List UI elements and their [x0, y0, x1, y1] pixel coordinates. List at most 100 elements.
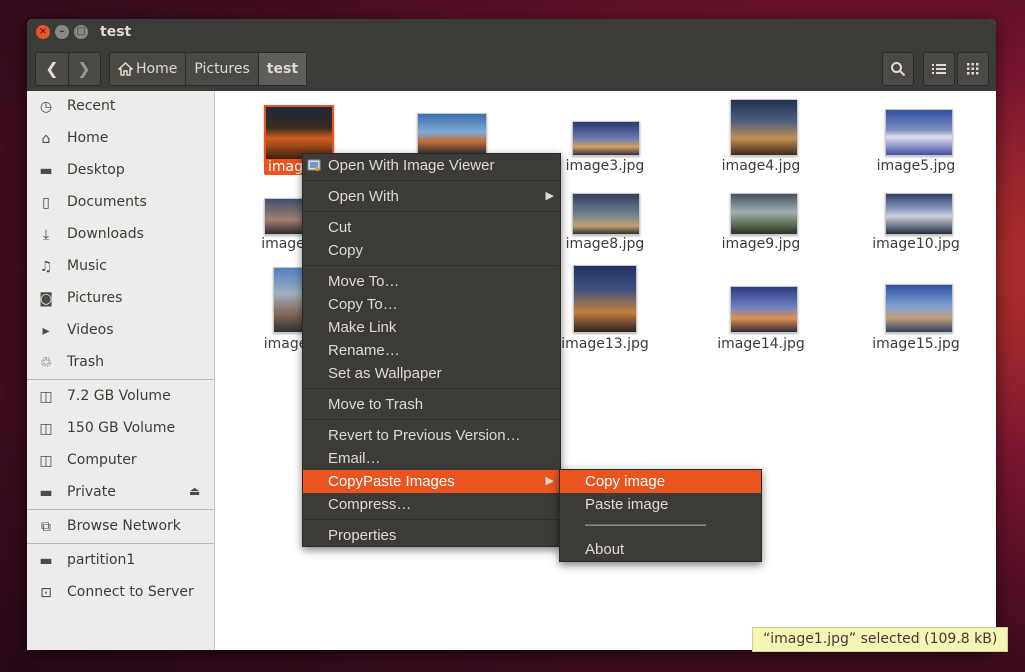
breadcrumb-pictures[interactable]: Pictures [186, 53, 259, 85]
menu-item-move-to-trash[interactable]: Move to Trash [303, 393, 560, 416]
window-title: test [100, 24, 132, 40]
menu-item-paste-image[interactable]: Paste image [560, 493, 761, 516]
menu-item-copypaste-images[interactable]: CopyPaste Images ▶ [303, 470, 560, 493]
sidebar-item-connect-server[interactable]: ⊡ Connect to Server [27, 580, 214, 606]
sidebar-item-home[interactable]: ⌂ Home [27, 126, 214, 152]
sidebar-item-label: Home [67, 130, 109, 146]
file-item-image14[interactable]: image14.jpg [701, 286, 821, 356]
music-icon: ♫ [39, 259, 53, 275]
home-icon: ⌂ [41, 131, 51, 147]
menu-item-copy[interactable]: Copy [303, 239, 560, 262]
document-icon: ▯ [42, 195, 50, 211]
trash-icon: ♲ [39, 355, 53, 371]
file-item-image5[interactable]: image5.jpg [856, 109, 976, 179]
menu-item-rename[interactable]: Rename… [303, 339, 560, 362]
image-thumbnail [730, 193, 798, 235]
sidebar-item-volume-150gb[interactable]: ◫ 150 GB Volume [27, 416, 214, 442]
image-thumbnail [885, 193, 953, 235]
eject-icon[interactable]: ⏏ [189, 484, 200, 498]
menu-item-label: Open With Image Viewer [328, 157, 495, 174]
sidebar-item-volume-7gb[interactable]: ◫ 7.2 GB Volume [27, 384, 214, 410]
menu-item-label: CopyPaste Images [328, 473, 455, 490]
menu-item-label: Revert to Previous Version… [328, 427, 521, 444]
menu-item-label: Copy image [585, 473, 666, 490]
menu-item-label: Move To… [328, 273, 400, 290]
minimize-button[interactable]: – [55, 25, 69, 39]
maximize-button[interactable]: □ [74, 25, 88, 39]
drive-icon: ▬ [39, 485, 53, 501]
close-button[interactable]: × [36, 25, 50, 39]
sidebar-item-label: 150 GB Volume [67, 420, 176, 436]
menu-item-move-to[interactable]: Move To… [303, 270, 560, 293]
sidebar-item-desktop[interactable]: ▬ Desktop [27, 158, 214, 184]
file-item-image9[interactable]: image9.jpg [701, 193, 821, 263]
sidebar-item-label: Desktop [67, 162, 125, 178]
sidebar-item-label: Music [67, 258, 107, 274]
image-thumbnail [264, 198, 306, 235]
image-thumbnail [573, 265, 637, 333]
clock-icon: ◷ [39, 99, 53, 115]
file-item-image3[interactable]: image3.jpg [545, 121, 665, 181]
sidebar-item-computer[interactable]: ◫ Computer [27, 448, 214, 474]
menu-item-about[interactable]: About [560, 538, 761, 561]
menu-item-label: Email… [328, 450, 381, 467]
file-item-image15[interactable]: image15.jpg [856, 284, 976, 354]
menu-item-open-with[interactable]: Open With ▶ [303, 185, 560, 208]
sidebar-item-videos[interactable]: ▸ Videos [27, 318, 214, 344]
video-icon: ▸ [42, 323, 50, 339]
menu-item-label: Properties [328, 527, 397, 544]
sidebar-item-browse-network[interactable]: ⧉ Browse Network [27, 514, 214, 540]
sidebar-item-downloads[interactable]: ⤓ Downloads [27, 222, 214, 248]
sidebar-item-partition1[interactable]: ▬ partition1 [27, 548, 214, 574]
menu-item-email[interactable]: Email… [303, 447, 560, 470]
file-item-image4[interactable]: image4.jpg [701, 99, 821, 179]
titlebar[interactable]: × – □ test [27, 19, 996, 47]
sidebar-separator [27, 509, 214, 510]
menu-item-compress[interactable]: Compress… [303, 493, 560, 516]
menu-item-make-link[interactable]: Make Link [303, 316, 560, 339]
menu-item-revert-version[interactable]: Revert to Previous Version… [303, 424, 560, 447]
status-bar: “image1.jpg” selected (109.8 kB) [752, 627, 1009, 652]
file-item-image10[interactable]: image10.jpg [856, 193, 976, 263]
home-icon [118, 62, 133, 76]
menu-item-open-image-viewer[interactable]: Open With Image Viewer [303, 154, 560, 177]
image-thumbnail [273, 267, 305, 333]
menu-item-cut[interactable]: Cut [303, 216, 560, 239]
toolbar: ❮ ❯ Home Pictures test [27, 47, 996, 92]
menu-item-copy-to[interactable]: Copy To… [303, 293, 560, 316]
image-thumbnail [885, 284, 953, 333]
sidebar-separator [27, 543, 214, 544]
file-item-image8[interactable]: image8.jpg [545, 193, 665, 263]
file-name: image3.jpg [565, 158, 645, 174]
menu-item-label: Set as Wallpaper [328, 365, 442, 382]
breadcrumb-home[interactable]: Home [110, 53, 187, 85]
list-view-button[interactable] [923, 52, 955, 86]
sidebar-item-pictures[interactable]: ◙ Pictures [27, 286, 214, 312]
file-item-image13[interactable]: image13.jpg [545, 265, 665, 355]
menu-item-properties[interactable]: Properties [303, 524, 560, 547]
context-menu: Open With Image Viewer Open With ▶ Cut C… [302, 153, 561, 547]
nav-buttons: ❮ ❯ [35, 52, 101, 86]
grid-view-icon [967, 63, 979, 75]
sidebar-item-recent[interactable]: ◷ Recent [27, 94, 214, 120]
sidebar-item-music[interactable]: ♫ Music [27, 254, 214, 280]
menu-item-label: Paste image [585, 496, 669, 513]
breadcrumb-test[interactable]: test [258, 53, 307, 85]
list-view-icon [932, 64, 946, 74]
grid-view-button[interactable] [957, 52, 989, 86]
file-name: image9.jpg [721, 236, 801, 252]
camera-icon: ◙ [39, 291, 53, 307]
search-button[interactable] [882, 52, 914, 86]
sidebar-item-documents[interactable]: ▯ Documents [27, 190, 214, 216]
menu-item-set-wallpaper[interactable]: Set as Wallpaper [303, 362, 560, 385]
drive-icon: ◫ [39, 389, 53, 405]
back-button[interactable]: ❮ [36, 53, 69, 85]
sidebar-item-trash[interactable]: ♲ Trash [27, 350, 214, 376]
drive-icon: ◫ [39, 453, 53, 469]
menu-separator [304, 180, 559, 181]
sidebar-item-private[interactable]: ▬ Private ⏏ [27, 480, 214, 506]
forward-button[interactable]: ❯ [68, 53, 100, 85]
menu-separator [304, 388, 559, 389]
menu-item-copy-image[interactable]: Copy image [560, 470, 761, 493]
file-name: image8.jpg [565, 236, 645, 252]
